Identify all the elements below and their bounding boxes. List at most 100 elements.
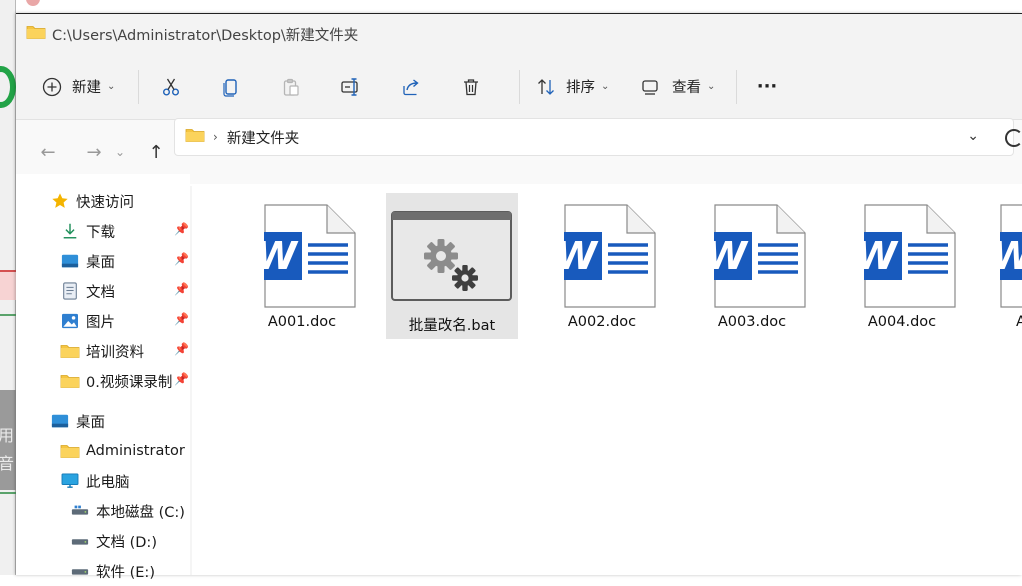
toolbar-divider (519, 69, 520, 104)
pin-icon[interactable]: 📌 (174, 372, 189, 386)
up-arrow-icon: ↑ (148, 141, 164, 163)
background-green-logo (0, 66, 16, 108)
refresh-icon[interactable] (1005, 129, 1022, 147)
rename-button[interactable] (313, 69, 389, 105)
document-icon (60, 282, 80, 300)
nav-item-label: 桌面 (86, 254, 115, 271)
nav-tree-drive-e[interactable]: 软件 (E:) (70, 556, 155, 586)
nav-item-label: 0.视频课录制 (86, 374, 173, 391)
back-button[interactable]: ← (32, 136, 64, 168)
word-document-icon: W (850, 204, 956, 308)
nav-tree-label: 软件 (E:) (96, 564, 155, 581)
address-bar[interactable]: › 新建文件夹 ⌄ (174, 118, 1022, 156)
window-title-path: C:\Users\Administrator\Desktop\新建文件夹 (52, 27, 359, 44)
background-red-dot (26, 0, 40, 6)
batch-file-icon (391, 204, 512, 308)
nav-tree-label: 本地磁盘 (C:) (96, 504, 185, 521)
nav-item-video-recording[interactable]: 0.视频课录制 (60, 366, 172, 396)
drive-icon (70, 562, 90, 580)
forward-arrow-icon: → (86, 141, 102, 163)
file-name: A (1016, 314, 1022, 330)
folder-icon (60, 442, 80, 460)
copy-icon (221, 77, 241, 97)
pin-icon[interactable]: 📌 (174, 282, 189, 296)
word-document-icon: W (700, 204, 806, 308)
background-text-2: 音 (0, 454, 15, 473)
pin-icon[interactable]: 📌 (174, 252, 189, 266)
pin-icon[interactable]: 📌 (174, 222, 189, 236)
nav-item-documents[interactable]: 文档 (60, 276, 115, 306)
file-name: 批量改名.bat (408, 318, 496, 334)
paste-button[interactable] (269, 69, 313, 105)
background-green-line-2 (0, 492, 16, 494)
folder-icon (60, 372, 80, 390)
sort-icon (536, 77, 556, 97)
toolbar-divider (736, 69, 737, 104)
share-button[interactable] (389, 69, 433, 105)
forward-button[interactable]: → (78, 136, 110, 168)
pc-icon (60, 472, 80, 490)
nav-tree-label: 此电脑 (86, 474, 130, 491)
more-icon: ··· (756, 76, 778, 97)
nav-item-training-materials[interactable]: 培训资料 (60, 336, 144, 366)
more-options-button[interactable]: ··· (747, 69, 787, 105)
nav-item-desktop[interactable]: 桌面 (60, 246, 115, 276)
nav-desktop-label: 桌面 (76, 414, 105, 431)
pin-icon[interactable]: 📌 (174, 312, 189, 326)
desktop-icon (50, 412, 70, 430)
breadcrumb-current-folder[interactable]: 新建文件夹 (227, 127, 300, 148)
copy-button[interactable] (193, 69, 269, 105)
file-item-a002[interactable]: W A002.doc (536, 193, 668, 339)
paste-icon (281, 77, 301, 97)
file-item-partial[interactable]: W A (986, 193, 1022, 339)
folder-icon (185, 127, 205, 147)
download-icon (60, 222, 80, 240)
background-desktop-strip: 用 音 (0, 0, 40, 575)
nav-tree-label: Administrator (86, 443, 185, 459)
new-button[interactable]: 新建 ⌄ (42, 69, 128, 105)
cut-icon (161, 77, 181, 97)
nav-quick-access-label: 快速访问 (76, 194, 134, 211)
sort-button-label: 排序 (566, 80, 595, 96)
background-green-line (0, 314, 16, 316)
file-name: A004.doc (867, 314, 937, 330)
file-item-a003[interactable]: W A003.doc (686, 193, 818, 339)
svg-text:W: W (564, 234, 599, 278)
nav-item-downloads[interactable]: 下载 (60, 216, 115, 246)
folder-icon (60, 342, 80, 360)
file-name: A002.doc (567, 314, 637, 330)
sort-button[interactable]: 排序 ⌄ (530, 69, 626, 105)
chevron-down-icon: ⌄ (707, 81, 716, 92)
back-arrow-icon: ← (40, 141, 56, 163)
up-button[interactable]: ↑ (140, 136, 172, 168)
background-text-1: 用 (0, 426, 15, 445)
svg-text:W: W (264, 234, 299, 278)
plus-circle-icon (42, 77, 62, 97)
address-dropdown-chevron-icon[interactable]: ⌄ (967, 128, 979, 144)
nav-tree-drive-d[interactable]: 文档 (D:) (70, 526, 157, 556)
file-item-batch-rename[interactable]: 批量改名.bat (386, 193, 518, 339)
delete-button[interactable] (433, 69, 509, 105)
view-button-label: 查看 (672, 80, 701, 96)
file-name: A003.doc (717, 314, 787, 330)
view-button[interactable]: 查看 ⌄ (626, 69, 726, 105)
cut-button[interactable] (149, 69, 193, 105)
file-name: A001.doc (267, 314, 337, 330)
file-item-a001[interactable]: W A001.doc (236, 193, 368, 339)
navigation-pane: 快速访问 下载 📌 桌面 📌 文档 📌 图片 📌 培训资料 📌 0.视频课录制 … (16, 174, 190, 581)
nav-desktop-root[interactable]: 桌面 (50, 406, 105, 436)
pin-icon[interactable]: 📌 (174, 342, 189, 356)
title-bar[interactable]: C:\Users\Administrator\Desktop\新建文件夹 (16, 14, 1022, 54)
recent-locations-button[interactable]: ⌄ (110, 136, 130, 168)
svg-text:W: W (864, 234, 899, 278)
file-item-a004[interactable]: W A004.doc (836, 193, 968, 339)
drive-icon (70, 502, 90, 520)
nav-quick-access[interactable]: 快速访问 (50, 186, 134, 216)
command-bar: 新建 ⌄ 排序 ⌄ 查看 ⌄ ··· (16, 54, 1022, 120)
nav-item-pictures[interactable]: 图片 (60, 306, 115, 336)
nav-tree-drive-c[interactable]: 本地磁盘 (C:) (70, 496, 185, 526)
nav-tree-this-pc[interactable]: 此电脑 (60, 466, 130, 496)
background-red-chip (0, 270, 16, 300)
share-icon (401, 77, 421, 97)
nav-tree-administrator[interactable]: Administrator (60, 436, 185, 466)
